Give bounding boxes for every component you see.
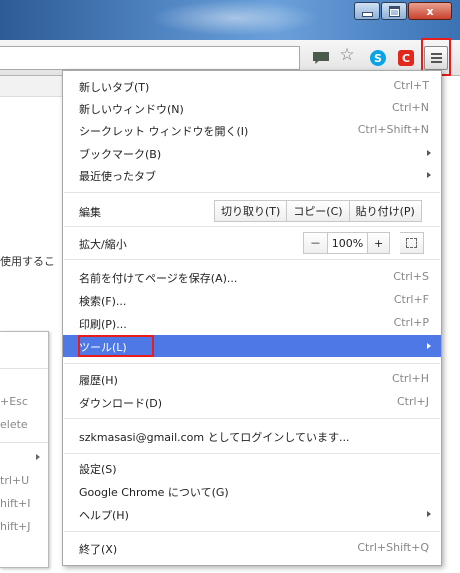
menu-item-bookmarks[interactable]: ブックマーク(B)	[63, 142, 441, 164]
zoom-in-button[interactable]: +	[368, 232, 391, 254]
cut-button[interactable]: 切り取り(T)	[214, 200, 288, 222]
menu-item-downloads[interactable]: ダウンロード(D) Ctrl+J	[63, 391, 441, 413]
chrome-main-menu: 新しいタブ(T) Ctrl+T 新しいウィンドウ(N) Ctrl+N シークレッ…	[62, 70, 442, 566]
zoom-controls: － 100% +	[303, 232, 425, 254]
page-partial-text: 使用するこ	[0, 255, 55, 268]
copy-button[interactable]: コピー(C)	[287, 200, 350, 222]
chevron-right-icon	[36, 454, 40, 460]
minimize-icon	[361, 11, 373, 17]
menu-item-incognito[interactable]: シークレット ウィンドウを開く(I) Ctrl+Shift+N	[63, 119, 441, 141]
menu-separator	[64, 226, 440, 227]
menu-row-zoom: 拡大/縮小 － 100% +	[63, 232, 441, 254]
bookmark-star-icon[interactable]: ☆	[339, 45, 355, 65]
menu-separator	[64, 192, 440, 193]
fullscreen-icon	[406, 238, 418, 248]
chevron-right-icon	[427, 511, 431, 517]
menu-separator	[64, 259, 440, 260]
menu-item-new-window[interactable]: 新しいウィンドウ(N) Ctrl+N	[63, 97, 441, 119]
window-controls: x	[353, 2, 452, 20]
red-extension-icon[interactable]: C	[398, 50, 414, 66]
submenu-item-js-console[interactable]: hift+J	[0, 520, 30, 533]
skype-extension-icon[interactable]: S	[370, 50, 386, 66]
menu-separator	[64, 531, 440, 532]
menu-item-recent-tabs[interactable]: 最近使ったタブ	[63, 164, 441, 186]
chevron-right-icon	[427, 343, 431, 349]
menu-item-settings[interactable]: 設定(S)	[63, 457, 441, 479]
menu-item-about[interactable]: Google Chrome について(G)	[63, 480, 441, 502]
submenu-item-view-source[interactable]: trl+U	[0, 474, 29, 487]
fullscreen-button[interactable]	[400, 232, 425, 254]
menu-item-signed-in[interactable]: szkmasasi@gmail.com としてログインしています...	[63, 425, 441, 447]
submenu-item-clear-data[interactable]: elete	[0, 418, 28, 431]
address-bar[interactable]	[0, 46, 300, 70]
menu-item-exit[interactable]: 終了(X) Ctrl+Shift+Q	[63, 537, 441, 559]
minimize-button[interactable]	[354, 2, 380, 20]
page-header-strip	[0, 76, 62, 97]
menu-item-history[interactable]: 履歴(H) Ctrl+H	[63, 368, 441, 390]
submenu-item-task-manager[interactable]: +Esc	[0, 395, 28, 408]
menu-row-edit: 編集 切り取り(T) コピー(C) 貼り付け(P)	[63, 200, 441, 222]
menu-item-new-tab[interactable]: 新しいタブ(T) Ctrl+T	[63, 75, 441, 97]
edit-button-group: 切り取り(T) コピー(C) 貼り付け(P)	[214, 200, 422, 222]
submenu-item-devtools[interactable]: hift+I	[0, 497, 30, 510]
tools-highlight	[78, 335, 154, 357]
menu-separator	[64, 363, 440, 364]
paste-button[interactable]: 貼り付け(P)	[349, 200, 422, 222]
menu-item-save-page[interactable]: 名前を付けてページを保存(A)... Ctrl+S	[63, 266, 441, 288]
menu-separator	[64, 453, 440, 454]
background-submenu: +Esc elete trl+U hift+I hift+J	[0, 331, 49, 568]
maximize-button[interactable]	[381, 2, 407, 20]
chevron-right-icon	[427, 150, 431, 156]
close-button[interactable]: x	[408, 2, 452, 20]
zoom-level: 100%	[328, 232, 368, 254]
menu-item-help[interactable]: ヘルプ(H)	[63, 503, 441, 525]
menu-item-find[interactable]: 検索(F)... Ctrl+F	[63, 289, 441, 311]
menu-separator	[64, 418, 440, 419]
maximize-icon	[388, 5, 400, 17]
chevron-right-icon	[427, 172, 431, 178]
close-icon: x	[426, 4, 434, 18]
extension-flag-icon[interactable]	[313, 50, 329, 66]
menu-item-print[interactable]: 印刷(P)... Ctrl+P	[63, 312, 441, 334]
title-bar-glow	[150, 0, 320, 36]
zoom-out-button[interactable]: －	[303, 232, 328, 254]
window-title-bar: x	[0, 0, 460, 40]
